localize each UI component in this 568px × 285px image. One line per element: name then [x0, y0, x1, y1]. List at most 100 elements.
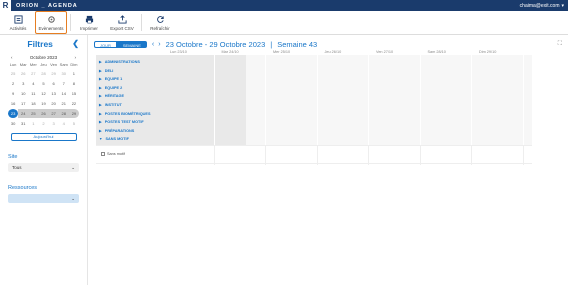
group-row[interactable]: ▶ INSTITUT [96, 101, 532, 109]
calendar-day[interactable]: 15 [69, 89, 79, 98]
day-column-divider [419, 146, 421, 165]
calendar-day[interactable]: 13 [49, 89, 59, 98]
day-column-divider [265, 146, 266, 165]
calendar-day[interactable]: 4 [28, 79, 38, 88]
calendar-day[interactable]: 5 [69, 119, 79, 128]
day-column-divider [471, 146, 472, 165]
chevron-down-icon: ⌄ [71, 164, 75, 170]
calendar-day[interactable]: 1 [69, 69, 79, 78]
group-label: ADMINISTRATIONS [104, 60, 140, 64]
resources-select[interactable]: ⌄ [8, 194, 79, 203]
collapse-sidebar-icon[interactable]: ❮ [72, 39, 79, 48]
calendar-day[interactable]: 3 [18, 79, 28, 88]
calendar-day[interactable]: 18 [28, 99, 38, 108]
group-row[interactable]: ▶ ADMINISTRATIONS [96, 58, 532, 66]
checkbox-icon[interactable] [101, 152, 105, 156]
group-row[interactable]: ▶ HÉRITAGE [96, 92, 532, 100]
calendar-day[interactable]: 17 [18, 99, 28, 108]
group-row[interactable]: ▶ EQUIPE 2 [96, 84, 532, 92]
calendar-day[interactable]: 1 [28, 119, 38, 128]
imprimer-button[interactable]: Imprimer [73, 11, 105, 34]
printer-icon [85, 15, 93, 23]
calendar-day[interactable]: 7 [59, 79, 69, 88]
chevron-down-icon: ▾ [561, 2, 564, 9]
calendar-day[interactable]: 20 [49, 99, 59, 108]
site-select[interactable]: Tous ⌄ [8, 163, 79, 172]
calendar-day[interactable]: 30 [59, 69, 69, 78]
calendar-day[interactable]: 8 [69, 79, 79, 88]
calendar-day[interactable]: 16 [8, 99, 18, 108]
sans-motif-row: Sans motif [96, 145, 532, 165]
calendar-day[interactable]: 2 [8, 79, 18, 88]
group-row[interactable]: ▶ POSTES BIOMÉTRIQUES [96, 110, 532, 118]
export-icon [117, 14, 127, 24]
group-row[interactable]: ▶ EQUIPE 1 [96, 75, 532, 83]
evenements-button[interactable]: Evènements [35, 11, 67, 34]
calendar-day[interactable]: 11 [28, 89, 38, 98]
calendar-day[interactable]: 28 [58, 109, 69, 118]
title-separator: | [270, 39, 273, 49]
calendar-day[interactable]: 27 [28, 69, 38, 78]
calendar-day[interactable]: 26 [38, 109, 49, 118]
calendar-day-header: Jeu [40, 62, 47, 67]
calendar-day[interactable]: 25 [8, 69, 18, 78]
calendar-day[interactable]: 19 [38, 99, 48, 108]
group-row[interactable]: ▶ POSTES TEST MOTIF [96, 118, 532, 126]
refresh-button[interactable]: Refraîchir [144, 11, 176, 34]
group-row[interactable]: ▼ SANS MOTIF [96, 135, 532, 143]
list-icon [13, 14, 23, 24]
calendar-day[interactable]: 2 [38, 119, 48, 128]
calendar-day[interactable]: 6 [49, 79, 59, 88]
prev-week-icon[interactable]: ‹ [152, 41, 154, 48]
group-label: EQUIPE 2 [104, 85, 123, 90]
calendar-day[interactable]: 28 [38, 69, 48, 78]
calendar-day-header: Ven [50, 62, 58, 67]
expand-arrow-icon: ▶ [99, 94, 102, 99]
next-week-icon[interactable]: › [158, 41, 160, 48]
site-select-value: Tous [12, 165, 22, 170]
group-row[interactable]: ▶ PRÉPARATIONS [96, 127, 532, 135]
calendar-day[interactable]: 30 [8, 119, 18, 128]
expand-arrow-icon: ▶ [99, 103, 102, 107]
calendar-day[interactable]: 25 [28, 109, 39, 118]
expand-arrow-icon: ▶ [99, 60, 102, 64]
calendar-day[interactable]: 22 [69, 99, 79, 108]
prev-month-icon[interactable]: ‹ [11, 55, 13, 60]
export-csv-button[interactable]: Export CSV [106, 11, 138, 34]
calendar-day[interactable]: 12 [38, 89, 48, 98]
calendar-day[interactable]: 29 [49, 69, 59, 78]
calendar-day[interactable]: 10 [18, 89, 28, 98]
calendar-day[interactable]: 4 [59, 119, 69, 128]
user-email: chaima@exit.com [519, 2, 560, 9]
agenda-main: JOUR SEMAINE ‹ › 23 Octobre - 29 Octobre… [90, 35, 568, 285]
chevron-down-icon: ⌄ [71, 195, 75, 201]
view-day-button[interactable]: JOUR [94, 40, 117, 48]
fullscreen-icon[interactable]: ⛶ [558, 41, 562, 48]
calendar-day-header: Lun [9, 62, 17, 67]
calendar-day[interactable]: 31 [18, 119, 28, 128]
empty-row-label: Sans motif [107, 152, 125, 156]
next-month-icon[interactable]: › [75, 55, 77, 60]
today-button[interactable]: Aujourd'hui [10, 133, 77, 141]
calendar-day[interactable]: 27 [48, 109, 59, 118]
activites-button[interactable]: Activités [2, 11, 34, 34]
view-week-button[interactable]: SEMAINE [116, 40, 147, 48]
calendar-day[interactable]: 26 [18, 69, 28, 78]
date-range-title: 23 Octobre - 29 Octobre 2023 [165, 39, 266, 49]
export-csv-label: Export CSV [110, 25, 134, 31]
calendar-day[interactable]: 3 [49, 119, 59, 128]
calendar-day[interactable]: 23 [8, 109, 19, 118]
calendar-day[interactable]: 9 [8, 89, 18, 98]
group-label: HÉRITAGE [104, 94, 125, 99]
app-logo[interactable]: R [0, 0, 11, 11]
activites-label: Activités [9, 25, 27, 31]
calendar-day[interactable]: 21 [59, 99, 69, 108]
filters-sidebar: Filtres ❮ ‹ Octobre 2023 › Lun Mar Mer Jeu V… [0, 35, 88, 285]
group-row[interactable]: ▶ DELI [96, 67, 532, 75]
calendar-day[interactable]: 5 [38, 79, 48, 88]
user-menu[interactable]: chaima@exit.com ▾ [520, 3, 564, 9]
calendar-day[interactable]: 29 [68, 109, 79, 118]
row-label: Sans motif [101, 152, 125, 156]
calendar-day[interactable]: 14 [59, 89, 69, 98]
calendar-day[interactable]: 24 [18, 109, 29, 118]
